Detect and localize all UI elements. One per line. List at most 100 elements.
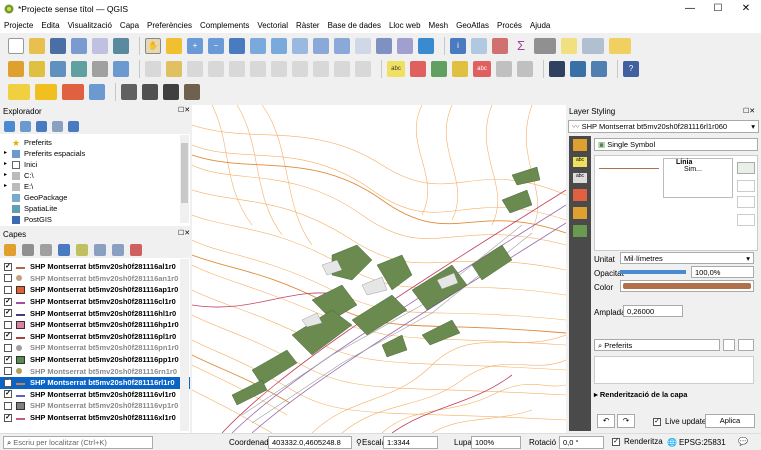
python-console-icon[interactable] [570, 60, 586, 77]
annotation-icon[interactable] [609, 37, 631, 54]
manage-themes-icon[interactable] [40, 243, 52, 256]
layer-row[interactable]: ✓ SHP Montserrat bt5mv20sh0f281116rl1r0 [0, 376, 190, 389]
menu-geoatlas[interactable]: GeoAtlas [456, 21, 489, 30]
menu-raster[interactable]: Ràster [296, 21, 320, 30]
layer-styling-icon[interactable] [4, 243, 16, 256]
plugin-osm-icon[interactable] [549, 60, 565, 77]
layer-row[interactable]: ✓ SHP Montserrat bt5mv20sh0f281116hl1r0 [0, 307, 190, 319]
add-selected-layers-icon[interactable] [20, 120, 31, 132]
menu-ajuda[interactable]: Ajuda [530, 21, 550, 30]
remove-layer-icon[interactable] [130, 243, 142, 256]
browser-item[interactable]: ▸ Inici [4, 159, 176, 170]
show-hide-labels-icon[interactable] [452, 60, 468, 77]
help-icon[interactable]: ? [623, 60, 639, 77]
statistics-icon[interactable]: Σ [513, 37, 529, 54]
open-project-icon[interactable] [29, 37, 45, 54]
zoom-native-icon[interactable] [292, 37, 308, 54]
collapse-all-icon[interactable] [52, 120, 63, 132]
menu-base-de-dades[interactable]: Base de dades [328, 21, 381, 30]
render-section-header[interactable]: ▸ Renderització de la capa [594, 390, 687, 399]
library-filter-input[interactable]: ⌕ Preferits [594, 339, 720, 351]
filter-expression-icon[interactable] [76, 243, 88, 256]
layer-row[interactable]: ✓ SHP Montserrat bt5mv20sh0f281116xl1r0 [0, 412, 190, 424]
save-project-icon[interactable] [50, 37, 66, 54]
layer-visibility-checkbox[interactable] [4, 367, 12, 376]
deselect-all-icon[interactable] [62, 84, 84, 100]
layer-visibility-checkbox[interactable]: ✓ [4, 262, 12, 271]
symbology-tab-icon[interactable] [573, 139, 587, 151]
maximize-button[interactable]: ☐ [704, 0, 732, 18]
map-tips-icon[interactable] [561, 37, 577, 54]
close-button[interactable]: ✕ [732, 0, 760, 18]
lock-symbol-layer-button[interactable] [737, 196, 755, 208]
attribute-table-icon[interactable] [471, 37, 487, 54]
menu-vectorial[interactable]: Vectorial [257, 21, 288, 30]
add-group-icon[interactable] [22, 243, 34, 256]
select-location-icon[interactable] [89, 84, 105, 100]
opacity-input[interactable]: 100,0% [691, 266, 754, 278]
cut-features-icon[interactable] [271, 60, 287, 77]
collapse-all-icon[interactable] [112, 243, 124, 256]
layer-row[interactable]: SHP Montserrat bt5mv20sh0f281116ap1r0 [0, 284, 190, 296]
zoom-last-icon[interactable] [313, 37, 329, 54]
identify-icon[interactable]: i [450, 37, 466, 54]
print-layout-icon[interactable] [92, 37, 108, 54]
browser-item[interactable]: SpatiaLite [4, 203, 176, 214]
toggle-editing-icon[interactable] [166, 60, 182, 77]
menu-capa[interactable]: Capa [120, 21, 139, 30]
data-source-manager-icon[interactable] [8, 60, 24, 77]
messages-icon[interactable]: 💬 [738, 437, 748, 446]
layer-visibility-checkbox[interactable] [4, 285, 12, 294]
zoom-full-icon[interactable] [229, 37, 245, 54]
rotate-label-icon[interactable] [496, 60, 512, 77]
layer-visibility-checkbox[interactable] [4, 401, 12, 410]
layer-selector[interactable]: 〰 SHP Montserrat bt5mv20sh0f281116rl1r06… [568, 120, 759, 133]
save-edits-icon[interactable] [187, 60, 203, 77]
new-shapefile-icon[interactable] [50, 60, 66, 77]
change-label-icon[interactable] [517, 60, 533, 77]
color-button[interactable] [620, 280, 754, 292]
paste-features-icon[interactable] [313, 60, 329, 77]
diagrams-tab-icon[interactable] [573, 207, 587, 219]
vertex-tool-icon[interactable] [229, 60, 245, 77]
save-as-icon[interactable] [71, 37, 87, 54]
zoom-in-icon[interactable]: + [187, 37, 203, 54]
apply-button[interactable]: Aplica [705, 414, 755, 428]
history-tab-icon[interactable] [573, 225, 587, 237]
refresh-icon[interactable] [418, 37, 434, 54]
menu-complements[interactable]: Complements [200, 21, 249, 30]
layer-visibility-checkbox[interactable]: ✓ [4, 378, 12, 387]
menu-proces[interactable]: Procés [497, 21, 522, 30]
new-temp-layer-icon[interactable] [92, 60, 108, 77]
filter-legend-icon[interactable] [58, 243, 70, 256]
map-canvas[interactable] [192, 105, 566, 433]
menu-visualitzacio[interactable]: Visualització [68, 21, 112, 30]
3d-view-tab-icon[interactable] [573, 189, 587, 201]
undo-button[interactable]: ↶ [597, 414, 615, 428]
magnifier-input[interactable]: 100% [471, 436, 521, 449]
new-project-icon[interactable] [8, 37, 24, 54]
layer-visibility-checkbox[interactable]: ✓ [4, 390, 12, 399]
browser-item[interactable]: ★ Preferits [4, 137, 176, 148]
field-calculator-icon[interactable] [492, 37, 508, 54]
expand-all-icon[interactable] [94, 243, 106, 256]
panel-close-icon[interactable]: ☐✕ [178, 229, 190, 237]
renderer-dropdown[interactable]: ▣ Single Symbol [594, 138, 758, 151]
copy-features-icon[interactable] [292, 60, 308, 77]
browser-item[interactable]: PostGIS [4, 214, 176, 225]
layer-row[interactable]: SHP Montserrat bt5mv20sh0f281116pn1r0 [0, 342, 190, 354]
measure-icon[interactable] [534, 37, 556, 54]
raster-hillshade-icon[interactable] [142, 84, 158, 100]
label-diagram-icon[interactable] [410, 60, 426, 77]
crs-button[interactable]: 🌐 EPSG:25831 [667, 438, 726, 447]
layer-row[interactable]: ✓ SHP Montserrat bt5mv20sh0f281116vl1r0 [0, 389, 190, 401]
browser-item[interactable]: ▸ E:\ [4, 181, 176, 192]
locator-search-input[interactable]: ⌕ Escriu per localitzar (Ctrl+K) [3, 436, 153, 449]
opacity-slider[interactable] [620, 270, 686, 274]
library-settings-button[interactable] [738, 339, 754, 351]
new-virtual-layer-icon[interactable] [113, 60, 129, 77]
select-by-value-icon[interactable] [35, 84, 57, 100]
layer-visibility-checkbox[interactable]: ✓ [4, 309, 12, 318]
pan-icon[interactable]: ✋ [145, 37, 161, 54]
redo-button[interactable]: ↷ [617, 414, 635, 428]
